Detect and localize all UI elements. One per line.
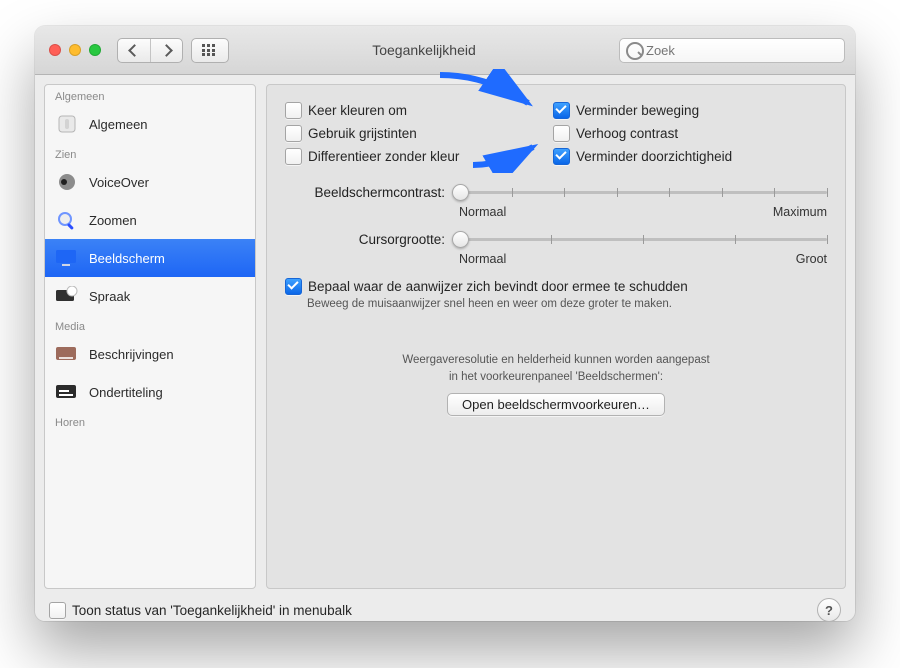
chevron-left-icon <box>128 44 141 57</box>
sidebar-item-display[interactable]: Beeldscherm <box>45 239 255 277</box>
cursor-size-slider[interactable] <box>459 229 827 249</box>
display-pref-note: Weergaveresolutie en helderheid kunnen w… <box>285 352 827 385</box>
toolbar: Toegankelijkheid <box>35 26 855 75</box>
checkbox-label: Keer kleuren om <box>308 103 407 118</box>
slider-knob[interactable] <box>452 184 469 201</box>
cursor-captions: Normaal Groot <box>459 252 827 266</box>
descriptions-icon <box>55 343 79 365</box>
slider-max-label: Maximum <box>773 205 827 219</box>
sidebar[interactable]: Algemeen Algemeen Zien VoiceOver Zoomen <box>44 84 256 589</box>
shake-to-locate-checkbox[interactable]: Bepaal waar de aanwijzer zich bevindt do… <box>285 278 827 295</box>
shake-to-locate: Bepaal waar de aanwijzer zich bevindt do… <box>285 278 827 310</box>
chevron-right-icon <box>160 44 173 57</box>
sidebar-item-label: Spraak <box>89 289 130 304</box>
general-icon <box>55 113 79 135</box>
increase-contrast-checkbox[interactable]: Verhoog contrast <box>553 125 827 142</box>
slider-knob[interactable] <box>452 231 469 248</box>
checkbox-icon <box>285 278 302 295</box>
contrast-label: Beeldschermcontrast: <box>285 185 445 200</box>
show-all-prefs-button[interactable] <box>191 38 229 63</box>
forward-button[interactable] <box>150 39 182 62</box>
sidebar-group-hearing: Horen <box>45 411 255 431</box>
sidebar-item-descriptions[interactable]: Beschrijvingen <box>45 335 255 373</box>
checkbox-icon <box>553 148 570 165</box>
search-wrapper <box>619 38 845 63</box>
cursor-label: Cursorgrootte: <box>285 232 445 247</box>
sidebar-item-label: Ondertiteling <box>89 385 163 400</box>
reduce-transparency-checkbox[interactable]: Verminder doorzichtigheid <box>553 148 827 165</box>
slider-track <box>459 191 827 194</box>
speech-icon <box>55 285 79 307</box>
sidebar-item-voiceover[interactable]: VoiceOver <box>45 163 255 201</box>
reduce-motion-checkbox[interactable]: Verminder beweging <box>553 102 827 119</box>
sidebar-item-zoom[interactable]: Zoomen <box>45 201 255 239</box>
subtitles-icon <box>55 381 79 403</box>
sidebar-item-label: Zoomen <box>89 213 137 228</box>
slider-max-label: Groot <box>796 252 827 266</box>
sidebar-item-label: Beschrijvingen <box>89 347 174 362</box>
window-controls <box>49 44 101 56</box>
checkbox-label: Toon status van 'Toegankelijkheid' in me… <box>72 603 352 618</box>
checkbox-icon <box>285 102 302 119</box>
sidebar-item-general[interactable]: Algemeen <box>45 105 255 143</box>
minimize-window-button[interactable] <box>69 44 81 56</box>
differentiate-no-color-checkbox[interactable]: Differentieer zonder kleur <box>285 148 535 165</box>
slider-min-label: Normaal <box>459 205 506 219</box>
contrast-slider[interactable] <box>459 182 827 202</box>
contrast-captions: Normaal Maximum <box>459 205 827 219</box>
checkbox-label: Differentieer zonder kleur <box>308 149 459 164</box>
sidebar-group-general: Algemeen <box>45 85 255 105</box>
display-icon <box>55 247 79 269</box>
bottom-bar: Toon status van 'Toegankelijkheid' in me… <box>35 589 855 621</box>
window-title: Toegankelijkheid <box>237 42 611 58</box>
checkbox-icon <box>285 148 302 165</box>
body: Algemeen Algemeen Zien VoiceOver Zoomen <box>35 75 855 589</box>
accessibility-window: Toegankelijkheid Algemeen Algemeen Zien … <box>35 26 855 621</box>
nav-segmented <box>117 38 183 63</box>
voiceover-icon <box>55 171 79 193</box>
zoom-window-button[interactable] <box>89 44 101 56</box>
app-grid-icon <box>202 44 218 56</box>
checkbox-icon <box>49 602 66 619</box>
display-contrast-control: Beeldschermcontrast: Normaal Maximum <box>285 182 827 219</box>
search-icon <box>626 42 644 60</box>
help-button[interactable]: ? <box>817 598 841 621</box>
sidebar-item-label: Algemeen <box>89 117 148 132</box>
invert-colors-checkbox[interactable]: Keer kleuren om <box>285 102 535 119</box>
sidebar-item-label: VoiceOver <box>89 175 149 190</box>
cursor-size-control: Cursorgrootte: Normaal Groot <box>285 229 827 266</box>
sidebar-item-subtitles[interactable]: Ondertiteling <box>45 373 255 411</box>
display-settings-panel: Keer kleuren om Verminder beweging Gebru… <box>266 84 846 589</box>
close-window-button[interactable] <box>49 44 61 56</box>
checkbox-label: Verminder beweging <box>576 103 699 118</box>
checkbox-icon <box>553 102 570 119</box>
checkbox-label: Verminder doorzichtigheid <box>576 149 732 164</box>
zoom-icon <box>55 209 79 231</box>
checkbox-label: Bepaal waar de aanwijzer zich bevindt do… <box>308 279 688 294</box>
open-display-preferences-button[interactable]: Open beeldschermvoorkeuren… <box>447 393 665 416</box>
display-options: Keer kleuren om Verminder beweging Gebru… <box>285 99 827 168</box>
slider-min-label: Normaal <box>459 252 506 266</box>
show-status-menubar-checkbox[interactable]: Toon status van 'Toegankelijkheid' in me… <box>49 602 352 619</box>
checkbox-icon <box>553 125 570 142</box>
grayscale-checkbox[interactable]: Gebruik grijstinten <box>285 125 535 142</box>
back-button[interactable] <box>118 39 150 62</box>
checkbox-label: Gebruik grijstinten <box>308 126 417 141</box>
checkbox-icon <box>285 125 302 142</box>
checkbox-label: Verhoog contrast <box>576 126 678 141</box>
sidebar-item-label: Beeldscherm <box>89 251 165 266</box>
shake-to-locate-description: Beweeg de muisaanwijzer snel heen en wee… <box>307 298 827 310</box>
search-input[interactable] <box>619 38 845 63</box>
sidebar-group-media: Media <box>45 315 255 335</box>
sidebar-group-vision: Zien <box>45 143 255 163</box>
sidebar-item-speech[interactable]: Spraak <box>45 277 255 315</box>
